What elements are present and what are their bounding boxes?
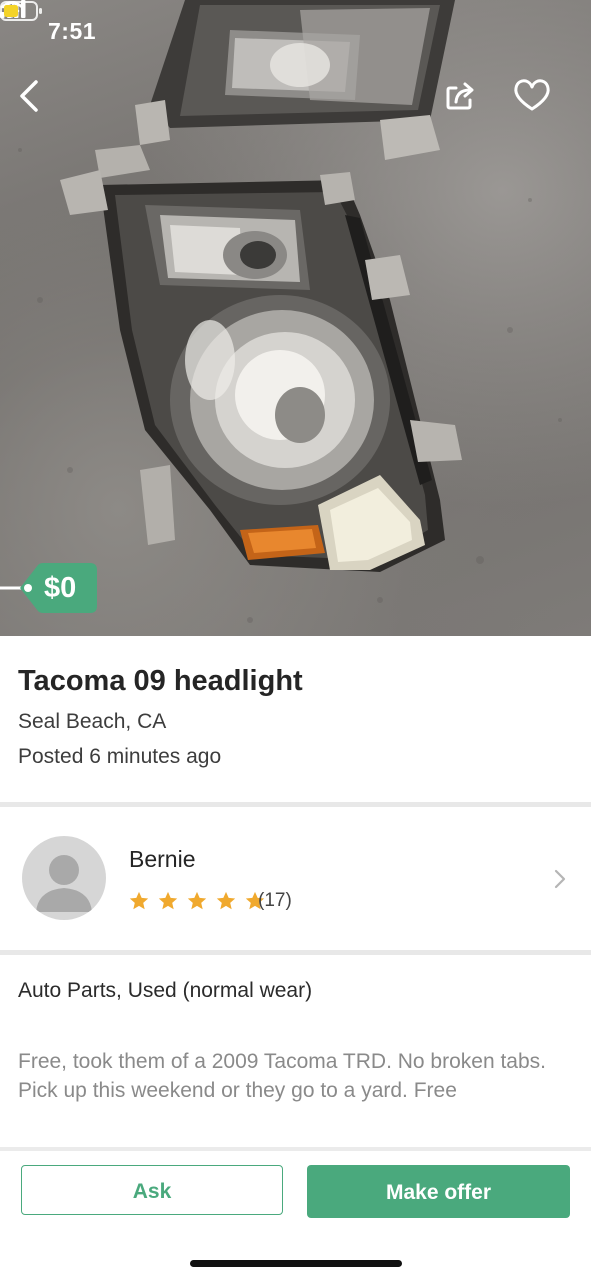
listing-title: Tacoma 09 headlight: [18, 665, 303, 697]
make-offer-button[interactable]: Make offer: [307, 1165, 570, 1218]
status-bar: 7:51: [0, 0, 591, 64]
ask-button[interactable]: Ask: [21, 1165, 283, 1215]
price-value: $0: [44, 572, 77, 604]
seller-profile-row[interactable]: Bernie (17): [0, 808, 591, 950]
seller-rating-stars: [128, 890, 268, 912]
listing-photo[interactable]: 7:51 $0: [0, 0, 591, 636]
favorite-button[interactable]: [512, 76, 552, 114]
status-time: 7:51: [48, 18, 97, 44]
chevron-right-icon: [554, 869, 566, 889]
chevron-left-icon: [20, 80, 38, 112]
share-button[interactable]: [442, 76, 480, 114]
star-icon: [187, 891, 207, 910]
star-icon: [129, 891, 149, 910]
headlight-photo: [18, 0, 562, 623]
battery-icon: [0, 1, 42, 21]
star-icon: [158, 891, 178, 910]
share-icon: [446, 82, 474, 110]
seller-avatar[interactable]: [22, 836, 106, 920]
price-tag: $0: [0, 562, 98, 614]
listing-location: Seal Beach, CA: [18, 710, 167, 733]
action-bar-divider: [0, 1147, 591, 1151]
listing-description: Free, took them of a 2009 Tacoma TRD. No…: [18, 1050, 546, 1102]
star-icon: [216, 891, 236, 910]
section-divider: [0, 802, 591, 807]
user-silhouette-icon: [36, 855, 92, 912]
seller-name[interactable]: Bernie: [129, 846, 195, 873]
seller-rating-count: (17): [258, 890, 292, 911]
home-indicator[interactable]: [190, 1260, 402, 1267]
heart-icon: [514, 79, 550, 111]
section-divider: [0, 950, 591, 955]
back-button[interactable]: [14, 76, 48, 116]
listing-posted-time: Posted 6 minutes ago: [18, 745, 222, 768]
listing-category-condition: Auto Parts, Used (normal wear): [18, 979, 313, 1002]
